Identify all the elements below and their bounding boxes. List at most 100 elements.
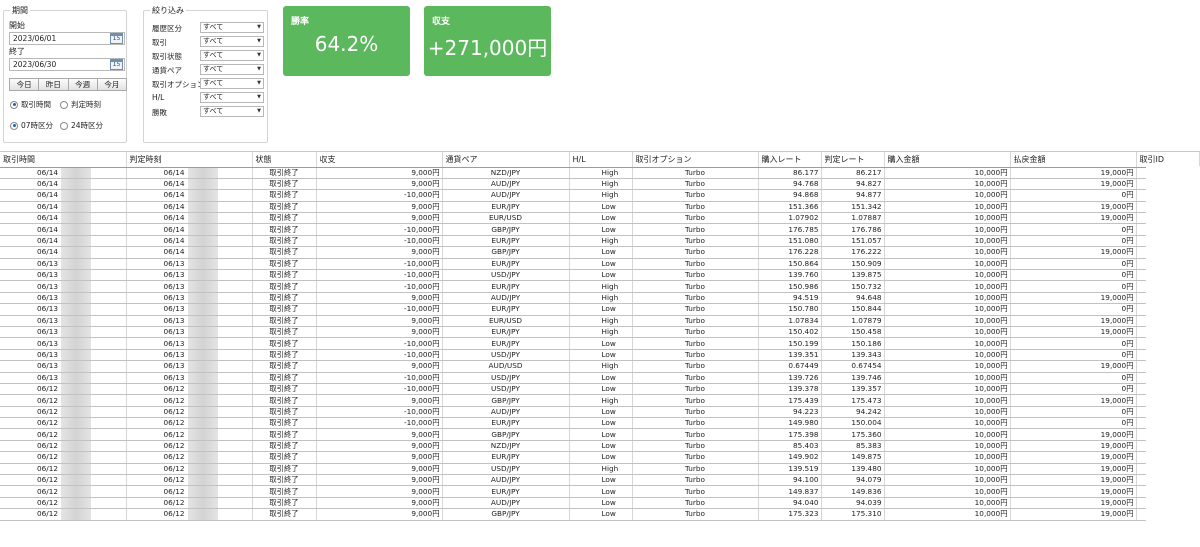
cell-date-text: 06/12	[36, 418, 58, 428]
yesterday-button[interactable]: 昨日	[38, 78, 69, 91]
start-date-input[interactable]: 2023/06/01 15	[9, 32, 125, 45]
cell-buy-rate: 175.398	[758, 428, 822, 441]
radio-24h-boundary[interactable]: 24時区分	[60, 121, 103, 130]
table-row[interactable]: 06/13 06/13 取引終了 9,000円 EUR/USD High Turbo 1.07…	[0, 315, 1200, 327]
column-header-judge-rate[interactable]: 判定レート	[821, 152, 885, 168]
cell-trade-time: 06/13	[0, 337, 127, 350]
filter-select[interactable]: すべて ▼	[200, 106, 264, 117]
cell-date-text: 06/13	[163, 304, 185, 314]
filter-select[interactable]: すべて ▼	[200, 50, 264, 61]
filter-select[interactable]: すべて ▼	[200, 78, 264, 89]
redacted-time-blur	[61, 486, 91, 497]
table-row[interactable]: 06/12 06/12 取引終了 -10,000円 AUD/JPY Low Turbo 94.…	[0, 406, 1200, 419]
redacted-time-blur	[187, 395, 218, 406]
calendar-icon[interactable]: 15	[110, 59, 123, 70]
this-month-button[interactable]: 今月	[96, 78, 127, 91]
table-row[interactable]: 06/13 06/13 取引終了 9,000円 AUD/USD High Turbo 0.67…	[0, 360, 1200, 373]
cell-trade-time: 06/13	[0, 326, 127, 339]
table-row[interactable]: 06/13 06/13 取引終了 -10,000円 EUR/JPY Low Turbo 150…	[0, 258, 1200, 271]
cell-status: 取引終了	[252, 212, 317, 225]
table-row[interactable]: 06/13 06/13 取引終了 -10,000円 USD/JPY Low Turbo 139…	[0, 349, 1200, 362]
cell-status: 取引終了	[252, 360, 317, 373]
filter-select[interactable]: すべて ▼	[200, 22, 264, 33]
column-header-trade-time[interactable]: 取引時間	[0, 152, 127, 168]
table-row[interactable]: 06/13 06/13 取引終了 -10,000円 EUR/JPY High Turbo 15…	[0, 280, 1200, 293]
cell-judge-time: 06/13	[126, 372, 253, 384]
cell-profit: 9,000円	[316, 167, 443, 179]
table-row[interactable]: 06/14 06/14 取引終了 9,000円 NZD/JPY High Turbo 86.1…	[0, 167, 1200, 179]
calendar-icon[interactable]: 15	[110, 33, 123, 44]
cell-currency-pair: USD/JPY	[442, 383, 570, 396]
table-row[interactable]: 06/12 06/12 取引終了 9,000円 NZD/JPY Low Turbo 85.40…	[0, 440, 1200, 453]
filter-select[interactable]: すべて ▼	[200, 64, 264, 75]
table-row[interactable]: 06/12 06/12 取引終了 9,000円 GBP/JPY Low Turbo 175.3…	[0, 508, 1200, 521]
cell-judge-time: 06/12	[126, 406, 253, 419]
table-row[interactable]: 06/13 06/13 取引終了 -10,000円 USD/JPY Low Turbo 139…	[0, 372, 1200, 384]
table-row[interactable]: 06/14 06/14 取引終了 9,000円 AUD/JPY High Turbo 94.7…	[0, 178, 1200, 191]
filter-select[interactable]: すべて ▼	[200, 36, 264, 47]
redacted-time-blur	[61, 190, 91, 201]
cell-payout-amount: 0円	[1010, 372, 1137, 384]
table-row[interactable]: 06/13 06/13 取引終了 -10,000円 USD/JPY Low Turbo 139…	[0, 269, 1200, 282]
column-header-currency-pair[interactable]: 通貨ペア	[442, 152, 570, 168]
table-row[interactable]: 06/12 06/12 取引終了 9,000円 GBP/JPY High Turbo 175.…	[0, 394, 1200, 407]
column-header-profit[interactable]: 収支	[316, 152, 443, 168]
end-date-input[interactable]: 2023/06/30 15	[9, 58, 125, 71]
filter-select-value: すべて	[203, 51, 224, 59]
cell-buy-rate: 150.986	[758, 280, 822, 293]
table-row[interactable]: 06/14 06/14 取引終了 9,000円 EUR/JPY Low Turbo 151.3…	[0, 201, 1200, 214]
radio-07h-boundary[interactable]: 07時区分	[10, 121, 53, 130]
trade-history-grid[interactable]: 取引時間 判定時刻 状態 収支 通貨ペア H/L 取引オプション 購入レート 判定レート 購入金額…	[0, 151, 1200, 547]
table-row[interactable]: 06/14 06/14 取引終了 -10,000円 EUR/JPY High Turbo 15…	[0, 235, 1200, 248]
cell-trade-option: Turbo	[632, 167, 759, 179]
cell-buy-rate: 139.726	[758, 372, 822, 384]
table-row[interactable]: 06/12 06/12 取引終了 -10,000円 EUR/JPY Low Turbo 149…	[0, 417, 1200, 430]
cell-high-low: Low	[569, 258, 633, 271]
cell-buy-amount: 10,000円	[884, 258, 1011, 271]
table-row[interactable]: 06/13 06/13 取引終了 -10,000円 EUR/JPY Low Turbo 150…	[0, 303, 1200, 316]
table-row[interactable]: 06/12 06/12 取引終了 9,000円 GBP/JPY Low Turbo 175.3…	[0, 428, 1200, 441]
table-row[interactable]: 06/12 06/12 取引終了 -10,000円 USD/JPY Low Turbo 139…	[0, 383, 1200, 396]
cell-currency-pair: EUR/JPY	[442, 485, 570, 498]
table-row[interactable]: 06/12 06/12 取引終了 9,000円 AUD/JPY Low Turbo 94.04…	[0, 497, 1200, 510]
table-row[interactable]: 06/13 06/13 取引終了 9,000円 AUD/JPY High Turbo 94.5…	[0, 292, 1200, 305]
column-header-high-low[interactable]: H/L	[569, 152, 633, 168]
column-header-judge-time[interactable]: 判定時刻	[126, 152, 253, 168]
column-header-payout-amount[interactable]: 払戻金額	[1010, 152, 1137, 168]
radio-judge-time[interactable]: 判定時刻	[60, 100, 101, 109]
cell-trade-time: 06/13	[0, 360, 127, 373]
redacted-time-blur	[187, 418, 218, 428]
column-header-trade-option[interactable]: 取引オプション	[632, 152, 759, 168]
dropdown-arrow-icon: ▼	[257, 94, 261, 100]
table-row[interactable]: 06/13 06/13 取引終了 9,000円 EUR/JPY High Turbo 150.…	[0, 326, 1200, 339]
cell-status: 取引終了	[252, 178, 317, 191]
cell-status: 取引終了	[252, 167, 317, 179]
cell-status: 取引終了	[252, 383, 317, 396]
cell-payout-amount: 19,000円	[1010, 201, 1137, 214]
table-row[interactable]: 06/13 06/13 取引終了 -10,000円 EUR/JPY Low Turbo 150…	[0, 337, 1200, 350]
cell-date-text: 06/13	[163, 258, 185, 268]
table-row[interactable]: 06/14 06/14 取引終了 9,000円 EUR/USD Low Turbo 1.079…	[0, 212, 1200, 225]
column-header-trade-id[interactable]: 取引ID	[1136, 152, 1200, 168]
cell-payout-amount: 19,000円	[1010, 246, 1137, 259]
filter-select[interactable]: すべて ▼	[200, 92, 264, 103]
redacted-time-blur	[61, 258, 91, 269]
column-header-status[interactable]: 状態	[252, 152, 317, 168]
table-row[interactable]: 06/12 06/12 取引終了 9,000円 EUR/JPY Low Turbo 149.9…	[0, 451, 1200, 464]
cell-date-text: 06/13	[36, 258, 58, 268]
column-header-buy-amount[interactable]: 購入金額	[884, 152, 1011, 168]
table-row[interactable]: 06/12 06/12 取引終了 9,000円 EUR/JPY Low Turbo 149.8…	[0, 485, 1200, 498]
radio-trade-time[interactable]: 取引時間	[10, 100, 51, 109]
cell-judge-time: 06/13	[126, 360, 253, 373]
cell-profit: -10,000円	[316, 383, 443, 396]
table-row[interactable]: 06/14 06/14 取引終了 -10,000円 GBP/JPY Low Turbo 176…	[0, 223, 1200, 236]
table-row[interactable]: 06/14 06/14 取引終了 -10,000円 AUD/JPY High Turbo 94…	[0, 189, 1200, 202]
redacted-time-blur	[187, 361, 218, 371]
column-header-buy-rate[interactable]: 購入レート	[758, 152, 822, 168]
table-row[interactable]: 06/12 06/12 取引終了 9,000円 AUD/JPY Low Turbo 94.10…	[0, 474, 1200, 487]
this-week-button[interactable]: 今週	[67, 78, 98, 91]
table-row[interactable]: 06/14 06/14 取引終了 9,000円 GBP/JPY Low Turbo 176.2…	[0, 246, 1200, 259]
table-row[interactable]: 06/12 06/12 取引終了 9,000円 USD/JPY High Turbo 139.…	[0, 463, 1200, 476]
cell-status: 取引終了	[252, 440, 317, 453]
today-button[interactable]: 今日	[9, 78, 40, 91]
